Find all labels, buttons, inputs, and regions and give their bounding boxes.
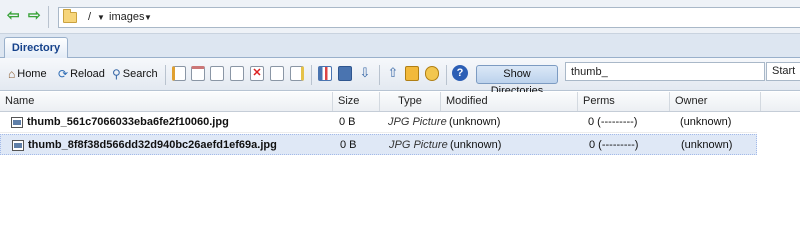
show-directories-button[interactable]: Show Directories [476, 65, 558, 97]
file-type: JPG Picture [389, 139, 448, 151]
upload-icon[interactable]: ⇧ [386, 66, 400, 81]
column-header-type[interactable]: Type [380, 92, 441, 111]
divider [165, 65, 166, 85]
divider [446, 65, 447, 85]
file-perms: 0 (---------) [588, 116, 638, 128]
file-perms: 0 (---------) [589, 139, 639, 151]
path-breadcrumb[interactable]: / ▼ images ▼ [58, 7, 800, 28]
folder-icon [63, 9, 77, 23]
file-modified: (unknown) [449, 116, 501, 128]
toolbar: ⌂ Home ⟳ Reload ⚲ Search ✕ ⇩ ⇧ ? Show Direc… [0, 58, 800, 97]
download-icon[interactable]: ⇩ [358, 66, 372, 81]
image-file-icon [11, 117, 23, 128]
column-header-perms[interactable]: Perms [578, 92, 670, 111]
divider [311, 65, 312, 85]
filter-input[interactable] [565, 62, 765, 81]
back-arrow-icon[interactable]: ⇦ [7, 8, 23, 23]
start-field[interactable]: Start [766, 62, 800, 81]
breadcrumb-current-dropdown-icon[interactable]: ▼ [144, 13, 152, 22]
details-view-icon[interactable] [338, 66, 352, 81]
column-header-modified[interactable]: Modified [441, 92, 578, 111]
divider [48, 6, 49, 28]
breadcrumb-root-dropdown-icon[interactable]: ▼ [97, 13, 105, 22]
file-grid-header: Name Size Type Modified Perms Owner [0, 92, 800, 112]
tab-directory[interactable]: Directory [4, 37, 68, 59]
address-bar: ⇦ ⇨ / ▼ images ▼ [0, 0, 800, 34]
home-icon: ⌂ [8, 67, 16, 82]
search-button[interactable]: ⚲ Search [112, 65, 158, 83]
divider [379, 65, 380, 85]
file-name: thumb_8f8f38d566dd32d940bc26aefd1ef69a.j… [28, 139, 277, 151]
copy-file-icon[interactable] [210, 66, 224, 81]
column-header-name[interactable]: Name [0, 92, 333, 111]
file-type: JPG Picture [388, 116, 447, 128]
forward-arrow-icon[interactable]: ⇨ [28, 8, 44, 23]
table-row[interactable]: thumb_8f8f38d566dd32d940bc26aefd1ef69a.j… [0, 134, 757, 155]
file-size: 0 B [340, 139, 357, 151]
file-owner: (unknown) [681, 139, 733, 151]
delete-icon[interactable]: ✕ [250, 66, 264, 81]
file-size: 0 B [339, 116, 356, 128]
reload-icon: ⟳ [58, 67, 69, 82]
reload-button[interactable]: ⟳ Reload [58, 65, 105, 83]
file-name: thumb_561c7066033eba6fe2f10060.jpg [27, 116, 229, 128]
table-row[interactable]: thumb_561c7066033eba6fe2f10060.jpg 0 B J… [0, 112, 757, 133]
edit-file-icon[interactable] [191, 66, 205, 81]
column-header-owner[interactable]: Owner [670, 92, 761, 111]
tab-strip: Directory [0, 34, 800, 59]
paste-file-icon[interactable] [230, 66, 244, 81]
image-file-icon [12, 140, 24, 151]
column-header-size[interactable]: Size [333, 92, 380, 111]
file-owner: (unknown) [680, 116, 732, 128]
breadcrumb-current[interactable]: images [109, 11, 144, 23]
reload-label: Reload [70, 68, 105, 80]
properties-icon[interactable] [290, 66, 304, 81]
grid-view-icon[interactable] [318, 66, 332, 81]
new-file-icon[interactable] [172, 66, 186, 81]
home-label: Home [17, 68, 47, 80]
search-label: Search [122, 68, 158, 80]
extract-icon[interactable] [425, 66, 439, 81]
home-button[interactable]: ⌂ Home [8, 65, 47, 83]
file-modified: (unknown) [450, 139, 502, 151]
archive-icon[interactable] [405, 66, 419, 81]
breadcrumb-root[interactable]: / [88, 11, 91, 23]
help-icon[interactable]: ? [452, 65, 468, 81]
search-icon: ⚲ [112, 67, 121, 82]
rename-icon[interactable] [270, 66, 284, 81]
